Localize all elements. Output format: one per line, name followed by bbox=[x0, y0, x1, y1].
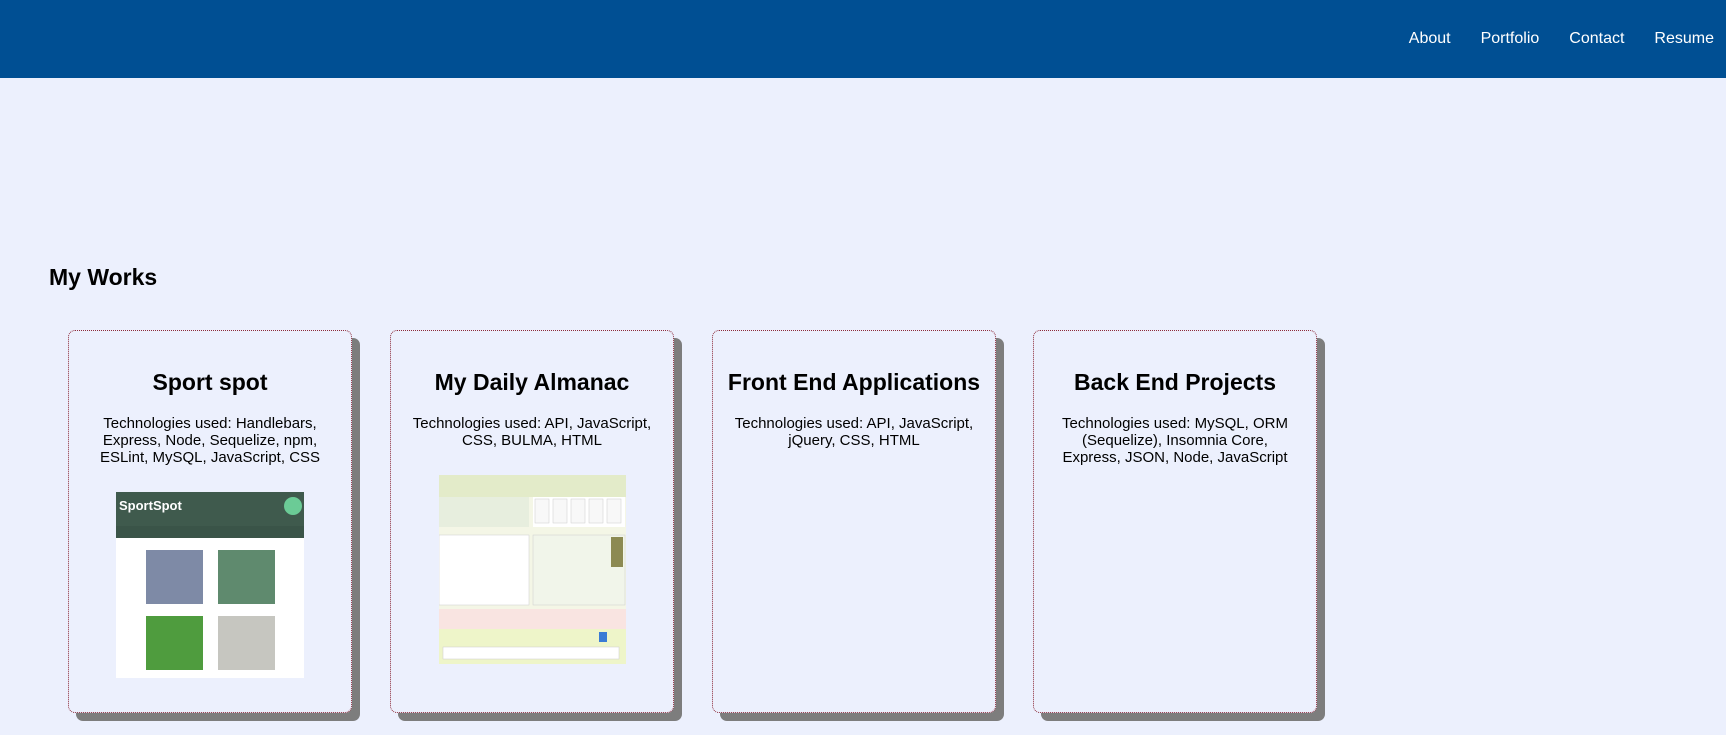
project-card-back-end[interactable]: Back End Projects Technologies used: MyS… bbox=[1033, 330, 1317, 713]
basketball-thumb bbox=[146, 550, 203, 604]
nav-contact-link[interactable]: Contact bbox=[1569, 30, 1624, 48]
card-tech-text: Technologies used: API, JavaScript, jQue… bbox=[734, 415, 974, 449]
card-tech-text: Technologies used: MySQL, ORM (Sequelize… bbox=[1062, 415, 1288, 466]
card-tech-text: Technologies used: Handlebars, Express, … bbox=[99, 415, 321, 466]
top-header: About Portfolio Contact Resume bbox=[0, 0, 1726, 78]
card-title: Sport spot bbox=[152, 369, 268, 395]
nav-resume-link[interactable]: Resume bbox=[1654, 30, 1714, 48]
card-title: Back End Projects bbox=[1074, 369, 1276, 395]
main-nav: About Portfolio Contact Resume bbox=[1379, 30, 1714, 48]
card-title: My Daily Almanac bbox=[434, 369, 630, 395]
project-screenshot[interactable] bbox=[439, 475, 626, 664]
project-screenshot[interactable]: SportSpot bbox=[116, 492, 304, 678]
sport-thumb bbox=[218, 550, 275, 604]
card-title: Front End Applications bbox=[727, 369, 981, 395]
nav-portfolio-link[interactable]: Portfolio bbox=[1481, 30, 1540, 48]
screenshot-subnav bbox=[116, 526, 304, 538]
almanac-screenshot-graphic bbox=[439, 475, 626, 664]
project-card-almanac[interactable]: My Daily Almanac Technologies used: API,… bbox=[390, 330, 674, 713]
project-card-front-end[interactable]: Front End Applications Technologies used… bbox=[712, 330, 996, 713]
section-title: My Works bbox=[49, 264, 158, 290]
project-card-sport-spot[interactable]: Sport spot Technologies used: Handlebars… bbox=[68, 330, 352, 713]
screenshot-logo: SportSpot bbox=[119, 498, 182, 513]
soccer-thumb bbox=[146, 616, 203, 670]
screenshot-badge bbox=[284, 497, 302, 515]
card-tech-text: Technologies used: API, JavaScript, CSS,… bbox=[412, 415, 652, 449]
nav-about-link[interactable]: About bbox=[1409, 30, 1451, 48]
volleyball-thumb bbox=[218, 616, 275, 670]
